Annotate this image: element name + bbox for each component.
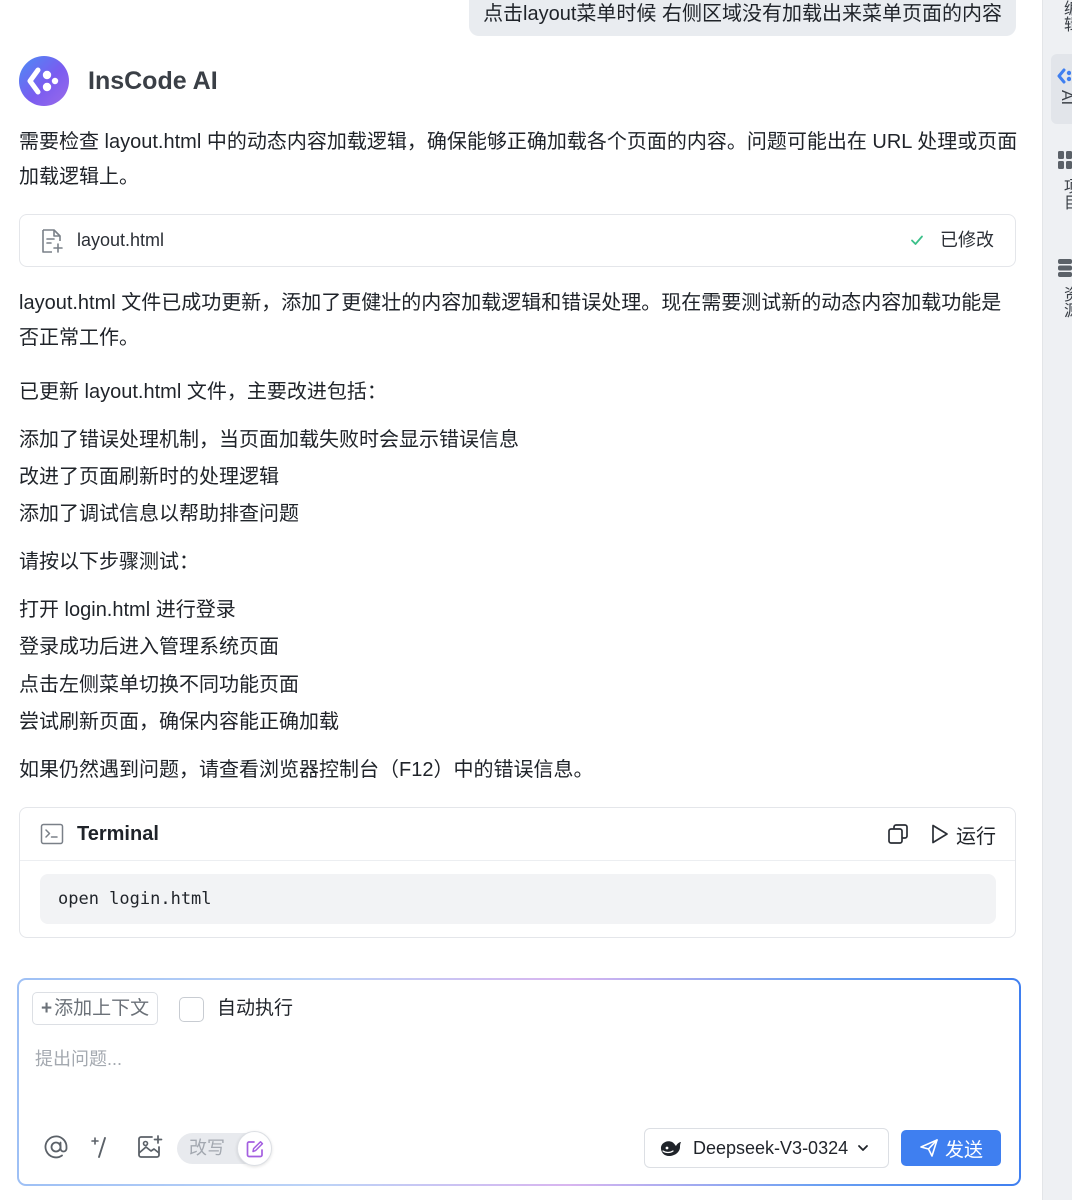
chevron-down-icon xyxy=(858,1145,869,1151)
copy-icon[interactable] xyxy=(886,822,910,846)
model-name: Deepseek-V3-0324 xyxy=(693,1137,849,1158)
database-icon xyxy=(1058,259,1072,277)
terminal-block: Terminal 运行 open login.html xyxy=(19,807,1016,938)
add-context-label: 添加上下文 xyxy=(54,998,150,1019)
modified-file-card[interactable]: layout.html 已修改 xyxy=(19,214,1016,267)
mention-button[interactable] xyxy=(41,1132,71,1162)
image-icon xyxy=(138,1135,163,1158)
model-selector[interactable]: Deepseek-V3-0324 xyxy=(644,1128,889,1168)
steps-heading: 请按以下步骤测试： xyxy=(19,551,199,573)
terminal-header: Terminal 运行 xyxy=(20,808,1015,861)
assistant-name: InsCode AI xyxy=(88,66,218,95)
assistant-intro: 需要检查 layout.html 中的动态内容加载逻辑，确保能够正确加载各个页面… xyxy=(19,131,1018,188)
composer-box: + 添加上下文 自动执行 提出问题... 改写 Deepseek-V3-0324… xyxy=(19,980,1019,1184)
terminal-command: open login.html xyxy=(40,874,996,924)
grid-icon xyxy=(1058,151,1072,169)
rail-item-label: AI xyxy=(1058,90,1072,106)
list-item: 登录成功后进入管理系统页面 xyxy=(19,636,279,658)
run-label: 运行 xyxy=(956,825,996,848)
update-note: layout.html 文件已成功更新，添加了更健壮的内容加载逻辑和错误处理。现… xyxy=(19,292,1002,349)
play-icon xyxy=(932,824,948,844)
list-item: 尝试刷新页面，确保内容能正确加载 xyxy=(19,711,339,733)
file-status: 已修改 xyxy=(940,230,994,250)
rail-item-label: 项目 xyxy=(1061,178,1072,210)
send-icon xyxy=(920,1139,938,1157)
rail-active-highlight xyxy=(1051,54,1072,124)
chat-panel: 点击layout菜单时候 右侧区域没有加载出来菜单页面的内容 InsCode A… xyxy=(0,0,1042,1200)
list-item: 添加了调试信息以帮助排查问题 xyxy=(19,503,299,525)
auto-execute-label: 自动执行 xyxy=(217,998,294,1019)
list-item: 添加了错误处理机制，当页面加载失败时会显示错误信息 xyxy=(19,429,519,451)
rewrite-edit-icon xyxy=(246,1140,263,1157)
assistant-header: InsCode AI xyxy=(19,56,218,106)
deepseek-whale-icon xyxy=(660,1141,681,1156)
ai-logo-icon xyxy=(1057,68,1071,84)
closing-note: 如果仍然遇到问题，请查看浏览器控制台（F12）中的错误信息。 xyxy=(19,759,594,781)
improvements-heading: 已更新 layout.html 文件，主要改进包括： xyxy=(19,381,387,403)
prompt-input[interactable] xyxy=(35,1042,995,1076)
rewrite-label: 改写 xyxy=(189,1138,225,1158)
run-button[interactable]: 运行 xyxy=(930,808,996,860)
list-item: 点击左侧菜单切换不同功能页面 xyxy=(19,674,299,696)
right-side-rail: 编辑 AI 项目 资源 xyxy=(1042,0,1072,1200)
at-icon xyxy=(44,1135,68,1159)
rewrite-knob xyxy=(237,1131,272,1166)
plus-icon: + xyxy=(41,998,53,1019)
list-item: 改进了页面刷新时的处理逻辑 xyxy=(19,466,279,488)
send-button[interactable]: 发送 xyxy=(901,1130,1001,1166)
command-button[interactable] xyxy=(87,1132,117,1162)
check-icon xyxy=(911,235,923,245)
composer: + 添加上下文 自动执行 提出问题... 改写 Deepseek-V3-0324… xyxy=(17,978,1021,1186)
send-label: 发送 xyxy=(944,1139,983,1161)
user-message: 点击layout菜单时候 右侧区域没有加载出来菜单页面的内容 xyxy=(469,0,1016,36)
rail-item-label: 资源 xyxy=(1061,286,1072,318)
auto-execute-checkbox[interactable] xyxy=(179,997,204,1022)
inscode-logo-icon xyxy=(19,56,69,106)
list-item: 打开 login.html 进行登录 xyxy=(19,599,236,621)
file-name: layout.html xyxy=(77,230,165,250)
rail-item-label: 编辑 xyxy=(1061,0,1072,32)
terminal-icon xyxy=(40,823,64,845)
slash-command-icon xyxy=(91,1137,106,1158)
image-upload-button[interactable] xyxy=(135,1132,165,1162)
terminal-title: Terminal xyxy=(77,823,159,845)
add-context-button[interactable]: + 添加上下文 xyxy=(32,992,159,1025)
rewrite-toggle[interactable]: 改写 xyxy=(177,1131,272,1166)
file-edit-icon xyxy=(42,229,63,253)
